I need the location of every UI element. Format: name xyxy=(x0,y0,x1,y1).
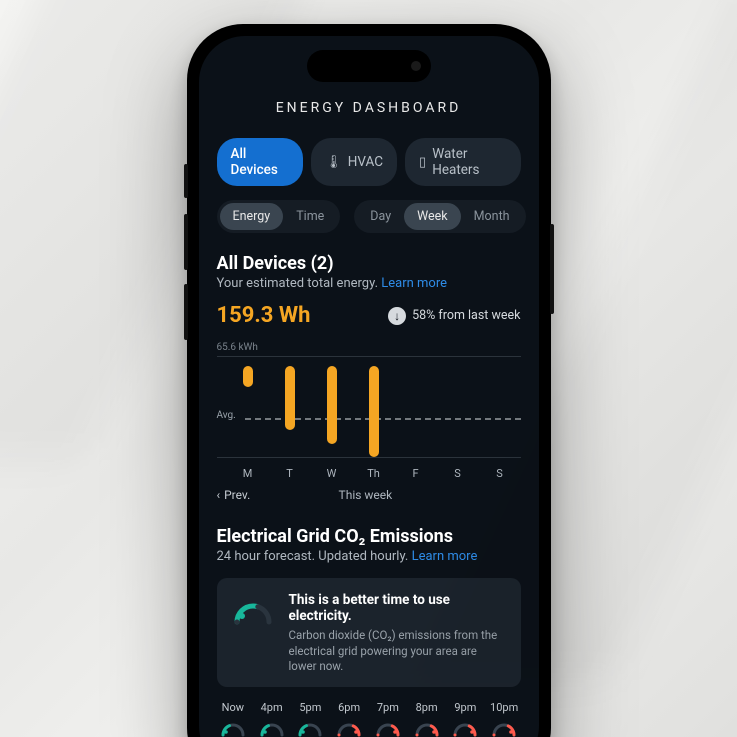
chart-bar[interactable] xyxy=(369,366,379,457)
chart-x-label: Th xyxy=(353,467,395,480)
page-title: ENERGY DASHBOARD xyxy=(217,100,521,116)
learn-more-link[interactable]: Learn more xyxy=(381,276,447,291)
metric-row: 159.3 Wh ↓ 58% from last week xyxy=(217,303,521,328)
forecast-time: 5pm xyxy=(294,701,327,714)
phone-frame: ENERGY DASHBOARD All Devices 🌡 HVAC ▯ Wa… xyxy=(187,24,551,737)
chart-bar[interactable] xyxy=(243,366,253,387)
co2-subtext-text: 24 hour forecast. Updated hourly. xyxy=(217,549,409,564)
filter-chip-water-heaters[interactable]: ▯ Water Heaters xyxy=(405,138,520,186)
forecast-time: 4pm xyxy=(255,701,288,714)
chip-label: All Devices xyxy=(231,146,290,178)
co2-subtext: 24 hour forecast. Updated hourly. Learn … xyxy=(217,549,521,564)
forecast-cell[interactable]: 6pmHigh xyxy=(333,701,366,737)
chart-bar-slot xyxy=(269,366,311,457)
chart-bar-slot xyxy=(437,366,479,457)
chart-ymax-label: 65.6 kWh xyxy=(217,342,258,353)
chip-label: Water Heaters xyxy=(432,146,506,178)
segment-row: Energy Time Day Week Month xyxy=(217,200,521,233)
gauge-small-icon xyxy=(220,720,246,737)
chevron-left-icon: ‹ xyxy=(217,488,221,502)
chart-bar[interactable] xyxy=(285,366,295,430)
chart-bar[interactable] xyxy=(327,366,337,444)
prev-week-button[interactable]: ‹ Prev. xyxy=(217,488,251,502)
chart-x-label: S xyxy=(437,467,479,480)
chart-x-label: T xyxy=(269,467,311,480)
device-filter-row: All Devices 🌡 HVAC ▯ Water Heaters xyxy=(217,138,521,186)
gauge-small-icon xyxy=(414,720,440,737)
arrow-down-icon: ↓ xyxy=(388,307,406,325)
segment-energy[interactable]: Energy xyxy=(220,203,284,230)
summary-subtext: Your estimated total energy. Learn more xyxy=(217,276,521,291)
gauge-small-icon xyxy=(375,720,401,737)
delta-text: 58% from last week xyxy=(412,308,520,323)
segment-day[interactable]: Day xyxy=(357,203,404,230)
co2-forecast-row: NowLow4pmLow5pmLow6pmHigh7pmHigh8pmHigh9… xyxy=(217,701,521,737)
gauge-small-icon xyxy=(259,720,285,737)
filter-chip-all-devices[interactable]: All Devices xyxy=(217,138,304,186)
gauge-small-icon xyxy=(336,720,362,737)
chart-x-label: W xyxy=(311,467,353,480)
forecast-cell[interactable]: 5pmLow xyxy=(294,701,327,737)
chart-x-label: M xyxy=(227,467,269,480)
chart-bar-slot xyxy=(479,366,521,457)
delta-badge: ↓ 58% from last week xyxy=(388,307,520,325)
prev-label: Prev. xyxy=(224,488,250,502)
chart-bar-slot xyxy=(395,366,437,457)
forecast-time: 6pm xyxy=(333,701,366,714)
chart-bar-slot xyxy=(311,366,353,457)
energy-bar-chart: 65.6 kWh Avg. MTWThFSS xyxy=(217,342,521,480)
chart-x-label: S xyxy=(479,467,521,480)
side-button xyxy=(184,214,188,270)
co2-card-body: Carbon dioxide (CO₂) emissions from the … xyxy=(289,628,507,675)
forecast-cell[interactable]: 9pmHigh xyxy=(449,701,482,737)
forecast-cell[interactable]: NowLow xyxy=(217,701,250,737)
gauge-small-icon xyxy=(491,720,517,737)
energy-value: 159.3 Wh xyxy=(217,303,311,328)
phone-screen: ENERGY DASHBOARD All Devices 🌡 HVAC ▯ Wa… xyxy=(199,36,539,737)
gauge-small-icon xyxy=(452,720,478,737)
side-button xyxy=(550,224,554,314)
segment-time[interactable]: Time xyxy=(283,203,337,230)
filter-chip-hvac[interactable]: 🌡 HVAC xyxy=(311,138,397,186)
side-button xyxy=(184,164,188,198)
co2-learn-more-link[interactable]: Learn more xyxy=(412,549,478,564)
gauge-icon xyxy=(231,596,275,626)
chart-baseline xyxy=(217,457,521,458)
chart-top-gridline xyxy=(217,356,521,357)
forecast-cell[interactable]: 7pmHigh xyxy=(372,701,405,737)
forecast-cell[interactable]: 10pmHigh xyxy=(488,701,521,737)
chart-bar-slot xyxy=(353,366,395,457)
forecast-time: 7pm xyxy=(372,701,405,714)
summary-subtext-text: Your estimated total energy. xyxy=(217,276,379,291)
segment-month[interactable]: Month xyxy=(461,203,523,230)
forecast-cell[interactable]: 4pmLow xyxy=(255,701,288,737)
dynamic-island xyxy=(307,50,431,82)
chip-label: HVAC xyxy=(348,154,383,170)
chart-x-label: F xyxy=(395,467,437,480)
forecast-time: 10pm xyxy=(488,701,521,714)
side-button xyxy=(184,284,188,340)
co2-card-title: This is a better time to use electricity… xyxy=(289,592,507,624)
chart-bar-slot xyxy=(227,366,269,457)
forecast-time: Now xyxy=(217,701,250,714)
forecast-cell[interactable]: 8pmHigh xyxy=(410,701,443,737)
water-heater-icon: ▯ xyxy=(419,156,426,169)
range-segment: Day Week Month xyxy=(354,200,525,233)
co2-advice-card: This is a better time to use electricity… xyxy=(217,578,521,687)
segment-week[interactable]: Week xyxy=(404,203,461,230)
current-week-label: This week xyxy=(339,488,393,502)
forecast-time: 8pm xyxy=(410,701,443,714)
week-nav: ‹ Prev. This week xyxy=(217,488,521,502)
summary-heading: All Devices (2) xyxy=(217,253,521,274)
forecast-time: 9pm xyxy=(449,701,482,714)
thermometer-icon: 🌡 xyxy=(325,156,342,169)
co2-heading: Electrical Grid CO₂ Emissions xyxy=(217,526,521,547)
gauge-small-icon xyxy=(297,720,323,737)
mode-segment: Energy Time xyxy=(217,200,341,233)
